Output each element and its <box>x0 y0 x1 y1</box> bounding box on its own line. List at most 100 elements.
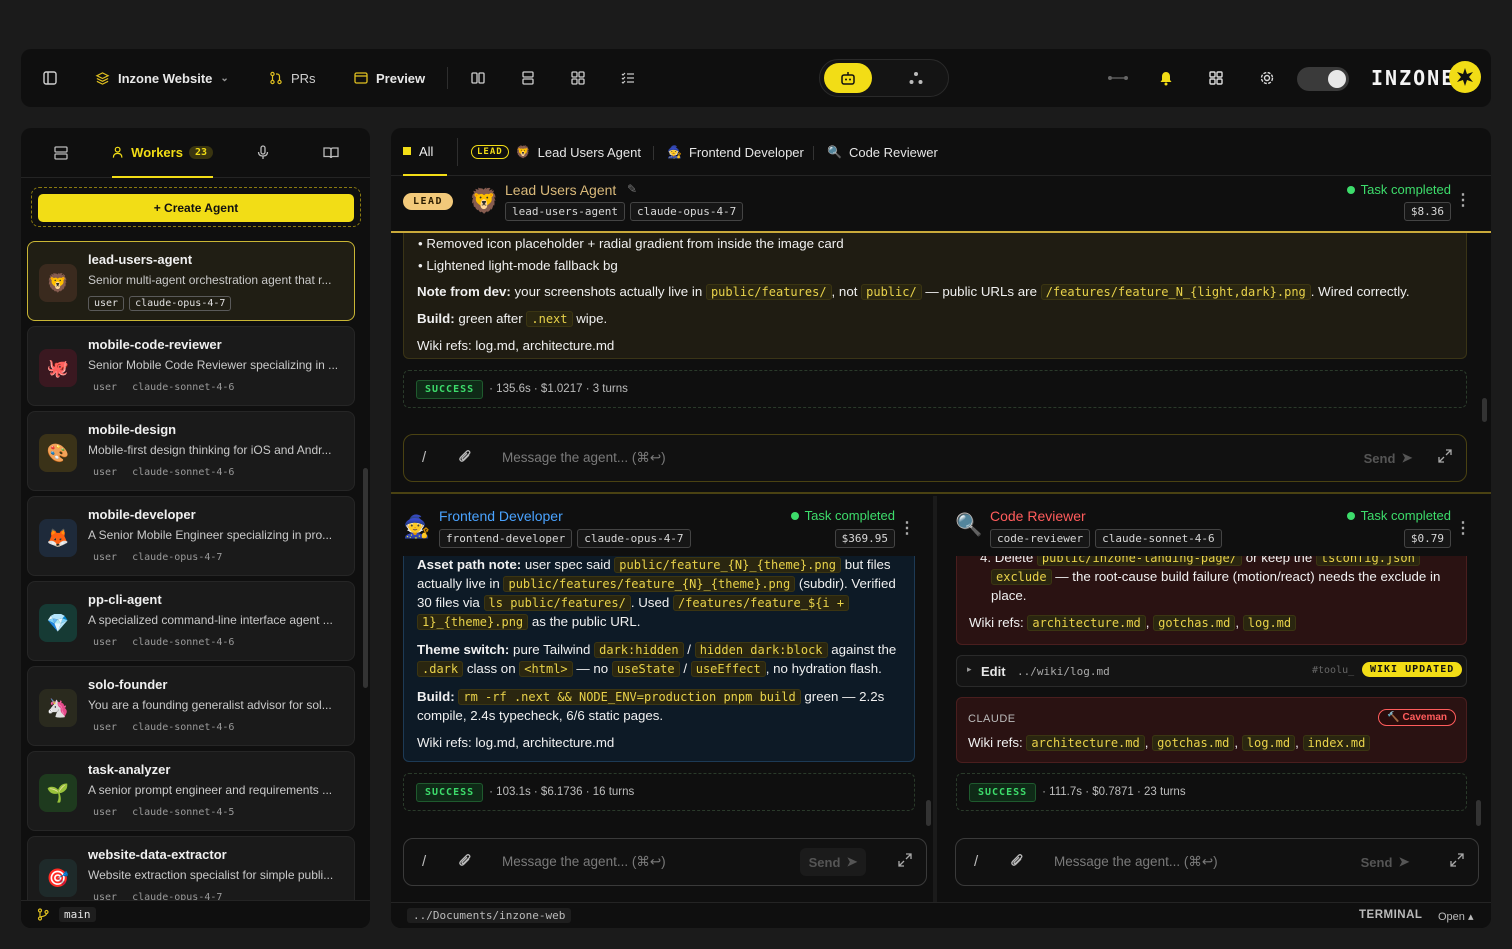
frontend-scrollbar[interactable] <box>926 800 931 826</box>
bell-icon[interactable] <box>1159 49 1173 107</box>
sidebar-scrollbar[interactable] <box>363 468 368 688</box>
wiki-refs: Wiki refs: log.md, architecture.md <box>417 338 615 353</box>
palette-icon: 🎨 <box>39 434 77 472</box>
microphone-icon[interactable] <box>257 145 269 163</box>
frontend-message-input[interactable]: / Message the agent... (⌘↩) Send ➤ <box>403 838 927 886</box>
lead-pill: LEAD <box>471 145 509 159</box>
tab-lead-users-agent[interactable]: LEAD 🦁 Lead Users Agent <box>471 128 641 176</box>
checklist-icon[interactable] <box>621 49 635 107</box>
connection-icon[interactable] <box>1107 49 1129 107</box>
agent-scope-tag: user <box>88 296 125 311</box>
tab-frontend-developer[interactable]: 🧙 Frontend Developer <box>667 128 804 176</box>
agent-model-tag: claude-sonnet-4-6 <box>132 382 235 393</box>
main-status-bar: ../Documents/inzone-web TERMINAL Open ▴ <box>391 902 1491 928</box>
tool-id: #toolu_ <box>1312 665 1355 676</box>
lion-icon: 🦁 <box>515 145 531 159</box>
agent-scope-tag: user <box>93 807 118 818</box>
layers-icon <box>95 71 110 85</box>
reviewer-message-input[interactable]: / Message the agent... (⌘↩) Send ➤ <box>955 838 1479 886</box>
fox-icon: 🦊 <box>39 519 77 557</box>
agent-filter-tabs: All LEAD 🦁 Lead Users Agent 🧙 Frontend D… <box>391 128 1491 176</box>
bullet-1: Removed icon placeholder + radial gradie… <box>426 236 844 251</box>
gear-icon[interactable] <box>1259 49 1275 107</box>
expand-icon[interactable] <box>1450 853 1464 870</box>
agent-card[interactable]: 🦄 solo-founder You are a founding generali… <box>27 666 355 746</box>
wizard-avatar-icon: 🧙 <box>403 514 431 539</box>
message-placeholder: Message the agent... (⌘↩) <box>502 854 666 869</box>
branch-name[interactable]: main <box>59 907 96 922</box>
reviewer-scrollbar[interactable] <box>1476 800 1481 826</box>
paperclip-icon[interactable] <box>1010 852 1024 871</box>
expand-icon[interactable] <box>1438 449 1452 466</box>
paperclip-icon[interactable] <box>458 852 472 871</box>
preview-button[interactable]: Preview <box>354 49 425 107</box>
bullet-2: Lightened light-mode fallback bg <box>426 258 618 273</box>
agent-card[interactable]: 🦁 lead-users-agent Senior multi-agent orch… <box>27 241 355 321</box>
prs-button[interactable]: PRs <box>269 49 316 107</box>
more-vertical-icon[interactable]: ⋮ <box>1455 518 1471 538</box>
lion-avatar-icon: 🦁 <box>469 188 499 215</box>
edit-pencil-icon[interactable]: ✎ <box>627 182 637 196</box>
frontend-result: SUCCESS · 103.1s · $6.1736 · 16 turns <box>403 773 915 811</box>
more-vertical-icon[interactable]: ⋮ <box>1455 190 1471 210</box>
agent-card[interactable]: 🦊 mobile-developer A Senior Mobile Enginee… <box>27 496 355 576</box>
tab-workers[interactable]: Workers 23 <box>112 128 213 178</box>
apps-icon[interactable] <box>1209 49 1223 107</box>
agent-card[interactable]: 💎 pp-cli-agent A specialized command-line … <box>27 581 355 661</box>
reviewer-status: Task completed <box>1346 508 1451 523</box>
send-button[interactable]: Send ➤ <box>1352 848 1418 876</box>
lead-message: • Removed icon placeholder + radial grad… <box>403 233 1467 359</box>
lead-result: SUCCESS · 135.6s · $1.0217 · 3 turns <box>403 370 1467 408</box>
terminal-label[interactable]: TERMINAL <box>1359 909 1422 921</box>
caret-right-icon: ▸ <box>967 664 972 674</box>
model-chip: claude-sonnet-4-6 <box>1095 529 1222 548</box>
lead-message-input[interactable]: / Message the agent... (⌘↩) Send ➤ <box>403 434 1467 482</box>
main-area: All LEAD 🦁 Lead Users Agent 🧙 Frontend D… <box>391 128 1491 928</box>
lead-panel: LEAD 🦁 Lead Users Agent ✎ lead-users-age… <box>391 176 1491 494</box>
terminal-open-button[interactable]: Open ▴ <box>1438 910 1474 923</box>
agent-scope-tag: user <box>93 382 118 393</box>
magnifier-avatar-icon: 🔍 <box>955 512 983 537</box>
wrench-icon: 🔨 <box>1387 712 1400 723</box>
lead-scrollbar[interactable] <box>1482 398 1487 422</box>
cost-badge: $369.95 <box>834 529 895 548</box>
sprout-icon: 🌱 <box>39 774 77 812</box>
slash-command-icon[interactable]: / <box>422 449 426 466</box>
layout-rows-icon[interactable] <box>521 49 535 107</box>
paperclip-icon[interactable] <box>458 448 472 467</box>
create-agent-button[interactable]: + Create Agent <box>38 194 354 222</box>
agent-scope-tag: user <box>93 637 118 648</box>
project-selector[interactable]: Inzone Website ⌄ <box>95 49 229 107</box>
agent-mode-button[interactable] <box>824 63 872 93</box>
agent-model-tag: claude-opus-4-7 <box>132 552 223 563</box>
list-view-icon[interactable] <box>54 146 68 163</box>
slash-command-icon[interactable]: / <box>422 853 426 870</box>
sidebar-toggle-icon[interactable] <box>43 49 57 107</box>
tab-code-reviewer[interactable]: 🔍 Code Reviewer <box>827 128 938 176</box>
agent-card[interactable]: 🎨 mobile-design Mobile-first design thinki… <box>27 411 355 491</box>
expand-icon[interactable] <box>898 853 912 870</box>
claude-message: CLAUDE 🔨 Caveman Wiki refs: architecture… <box>956 697 1467 763</box>
more-vertical-icon[interactable]: ⋮ <box>899 518 915 538</box>
agent-card[interactable]: 🐙 mobile-code-reviewer Senior Mobile Code … <box>27 326 355 406</box>
send-button[interactable]: Send ➤ <box>1354 444 1422 472</box>
book-icon[interactable] <box>323 146 339 162</box>
edit-tool-row[interactable]: ▸ Edit ../wiki/log.md #toolu_ WIKI UPDAT… <box>956 655 1467 687</box>
lead-panel-header: LEAD 🦁 Lead Users Agent ✎ lead-users-age… <box>391 176 1491 233</box>
send-button[interactable]: Send ➤ <box>800 848 866 876</box>
working-directory[interactable]: ../Documents/inzone-web <box>407 908 572 923</box>
layout-grid-icon[interactable] <box>571 49 585 107</box>
agent-card[interactable]: 🌱 task-analyzer A senior prompt engineer a… <box>27 751 355 831</box>
workers-count-badge: 23 <box>188 145 213 159</box>
tab-all[interactable]: All <box>403 128 447 176</box>
message-placeholder: Message the agent... (⌘↩) <box>1054 854 1218 869</box>
agent-id-chip: code-reviewer <box>990 529 1091 548</box>
theme-toggle[interactable] <box>1297 67 1349 91</box>
claude-label: CLAUDE <box>968 713 1016 725</box>
network-mode-button[interactable] <box>908 70 924 89</box>
agent-description: A Senior Mobile Engineer specializing in… <box>88 528 333 542</box>
lead-badge: LEAD <box>403 193 454 210</box>
slash-command-icon[interactable]: / <box>974 853 978 870</box>
reviewer-result: SUCCESS · 111.7s · $0.7871 · 23 turns <box>956 773 1467 811</box>
layout-columns-icon[interactable] <box>471 49 485 107</box>
